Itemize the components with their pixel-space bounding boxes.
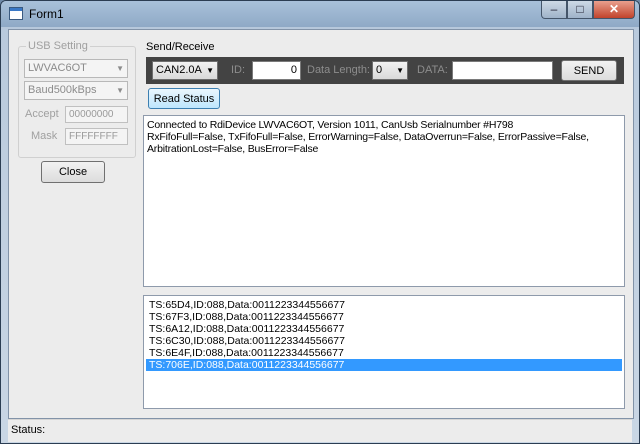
chevron-down-icon: ▼ [206, 66, 214, 75]
list-item[interactable]: TS:6A12,ID:088,Data:0011223344556677 [146, 323, 622, 335]
id-label: ID: [231, 64, 246, 76]
data-length-select[interactable]: 0 ▼ [372, 61, 408, 80]
data-label: DATA: [417, 64, 448, 76]
close-button[interactable]: Close [41, 161, 105, 183]
mask-label: Mask [31, 130, 58, 142]
baud-rate-select[interactable]: Baud500kBps ▼ [24, 81, 128, 100]
status-line: RxFifoFull=False, TxFifoFull=False, Erro… [147, 131, 589, 143]
list-item[interactable]: TS:706E,ID:088,Data:0011223344556677 [146, 359, 622, 371]
accept-field[interactable]: 00000000 [65, 106, 128, 123]
read-status-button[interactable]: Read Status [148, 88, 220, 109]
usb-setting-label: USB Setting [26, 40, 90, 52]
list-item[interactable]: TS:67F3,ID:088,Data:0011223344556677 [146, 311, 622, 323]
status-label: Status: [11, 424, 46, 436]
mask-field[interactable]: FFFFFFFF [65, 128, 128, 145]
list-item[interactable]: TS:65D4,ID:088,Data:0011223344556677 [146, 299, 622, 311]
list-item[interactable]: TS:6E4F,ID:088,Data:0011223344556677 [146, 347, 622, 359]
device-select-value: LWVAC6OT [28, 62, 87, 74]
status-line: ArbitrationLost=False, BusError=False [147, 143, 319, 155]
list-item[interactable]: TS:6C30,ID:088,Data:0011223344556677 [146, 335, 622, 347]
baud-rate-value: Baud500kBps [28, 84, 97, 96]
main-window: Form1 – □ ✕ USB Setting LWVAC6OT ▼ Baud5… [0, 0, 640, 444]
title-bar[interactable]: Form1 – □ ✕ [1, 1, 639, 27]
id-input[interactable]: 0 [252, 61, 301, 80]
status-line: Connected to RdiDevice LWVAC6OT, Version… [147, 119, 514, 131]
status-textbox[interactable]: Connected to RdiDevice LWVAC6OT, Version… [143, 115, 625, 287]
close-icon: ✕ [608, 2, 620, 16]
minimize-icon: – [550, 2, 558, 16]
window-title: Form1 [29, 7, 64, 21]
protocol-value: CAN2.0A [156, 64, 202, 76]
data-length-value: 0 [376, 64, 383, 76]
data-input[interactable] [452, 61, 553, 80]
chevron-down-icon: ▼ [396, 66, 404, 75]
chevron-down-icon: ▼ [116, 86, 124, 95]
send-button[interactable]: SEND [561, 60, 617, 81]
close-window-button[interactable]: ✕ [593, 1, 635, 19]
minimize-button[interactable]: – [541, 1, 567, 19]
send-toolbar: CAN2.0A ▼ ID: 0 Data Length: 0 ▼ DATA: S… [146, 57, 624, 84]
data-length-label: Data Length: [307, 64, 370, 76]
status-strip: Status: [8, 419, 632, 442]
accept-label: Accept [25, 108, 59, 120]
form-client-area: USB Setting LWVAC6OT ▼ Baud500kBps ▼ Acc… [8, 29, 634, 419]
send-receive-title: Send/Receive [146, 41, 215, 53]
device-select[interactable]: LWVAC6OT ▼ [24, 59, 128, 78]
maximize-icon: □ [576, 2, 584, 16]
protocol-select[interactable]: CAN2.0A ▼ [152, 61, 218, 80]
form-icon [9, 7, 23, 20]
chevron-down-icon: ▼ [116, 64, 124, 73]
maximize-button[interactable]: □ [567, 1, 593, 19]
message-listbox[interactable]: TS:65D4,ID:088,Data:0011223344556677 TS:… [143, 295, 625, 409]
